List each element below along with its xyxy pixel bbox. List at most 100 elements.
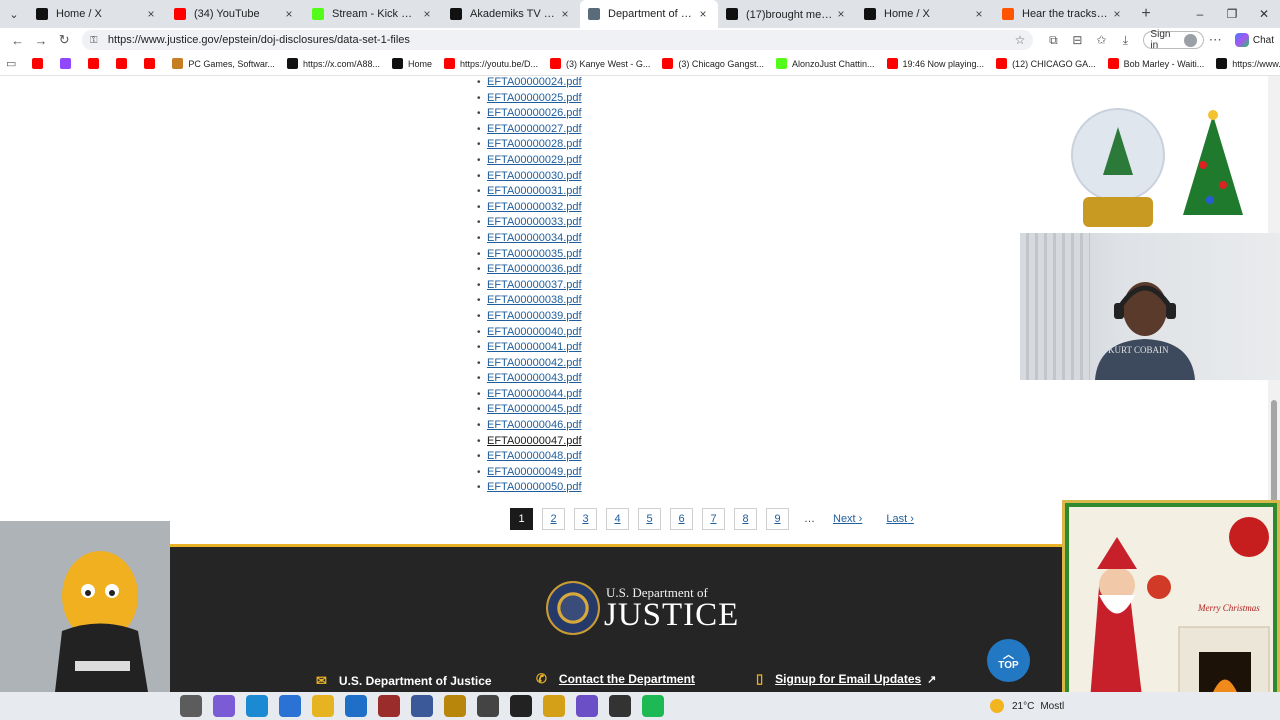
file-link[interactable]: EFTA00000032.pdf — [487, 201, 582, 213]
favorites-bar-icon[interactable]: ▭ — [6, 57, 16, 70]
file-link[interactable]: EFTA00000036.pdf — [487, 263, 582, 275]
back-to-top-button[interactable]: ︿ TOP — [987, 639, 1030, 682]
outlook-icon[interactable] — [345, 695, 367, 717]
browser-tab[interactable]: Akademiks TV on X: "The U.S.× — [442, 0, 580, 28]
close-window-icon[interactable]: ✕ — [1248, 7, 1280, 21]
bookmark-item[interactable]: PC Games, Softwar... — [172, 58, 275, 69]
next-page-link[interactable]: Next › — [833, 513, 862, 525]
app-icon[interactable] — [609, 695, 631, 717]
file-link[interactable]: EFTA00000046.pdf — [487, 419, 582, 431]
refresh-button[interactable]: ↻ — [53, 32, 76, 48]
close-tab-icon[interactable]: × — [696, 7, 710, 21]
url-text[interactable]: https://www.justice.gov/epstein/doj-disc… — [108, 34, 410, 46]
file-link[interactable]: EFTA00000028.pdf — [487, 138, 582, 150]
page-1-link[interactable]: 1 — [510, 508, 533, 530]
browser-tab[interactable]: Home / X × — [856, 0, 994, 28]
tab-actions-icon[interactable]: ⌄ — [0, 0, 28, 28]
file-link[interactable]: EFTA00000029.pdf — [487, 154, 582, 166]
app-icon[interactable] — [510, 695, 532, 717]
extensions-icon[interactable]: ⧉ — [1041, 33, 1065, 48]
bookmark-item[interactable]: Bob Marley - Waiti... — [1107, 58, 1204, 69]
close-tab-icon[interactable]: × — [420, 7, 434, 21]
store-icon[interactable] — [279, 695, 301, 717]
page-3-link[interactable]: 3 — [574, 508, 597, 530]
browser-tab[interactable]: Home / X × — [28, 0, 166, 28]
file-link[interactable]: EFTA00000044.pdf — [487, 388, 582, 400]
file-link[interactable]: EFTA00000038.pdf — [487, 294, 582, 306]
game-app-icon[interactable] — [378, 695, 400, 717]
file-link[interactable]: EFTA00000026.pdf — [487, 107, 582, 119]
file-link[interactable]: EFTA00000043.pdf — [487, 372, 582, 384]
file-link[interactable]: EFTA00000024.pdf — [487, 76, 582, 88]
back-button[interactable]: ← — [6, 33, 29, 48]
file-link[interactable]: EFTA00000040.pdf — [487, 326, 582, 338]
split-screen-icon[interactable]: ⊟ — [1065, 33, 1089, 48]
copilot-icon[interactable] — [213, 695, 235, 717]
email-signup-link[interactable]: Signup for Email Updates — [775, 672, 921, 686]
browser-tab[interactable]: (34) YouTube × — [166, 0, 304, 28]
bookmark-item[interactable]: AlonzoJust Chattin... — [775, 58, 875, 69]
file-link[interactable]: EFTA00000042.pdf — [487, 357, 582, 369]
close-tab-icon[interactable]: × — [972, 7, 986, 21]
file-link[interactable]: EFTA00000034.pdf — [487, 232, 582, 244]
file-link[interactable]: EFTA00000041.pdf — [487, 341, 582, 353]
bookmark-item[interactable]: 19:46 Now playing... — [886, 58, 984, 69]
bookmark-item[interactable] — [88, 58, 104, 69]
address-bar[interactable]: ⚿ https://www.justice.gov/epstein/doj-di… — [81, 30, 1034, 50]
close-tab-icon[interactable]: × — [1110, 7, 1124, 21]
page-4-link[interactable]: 4 — [606, 508, 629, 530]
file-link[interactable]: EFTA00000047.pdf — [487, 435, 582, 447]
site-info-icon[interactable]: ⚿ — [90, 35, 102, 46]
file-link[interactable]: EFTA00000033.pdf — [487, 216, 582, 228]
page-5-link[interactable]: 5 — [638, 508, 661, 530]
last-label[interactable]: Last — [886, 513, 907, 525]
page-6-link[interactable]: 6 — [670, 508, 693, 530]
page-7-link[interactable]: 7 — [702, 508, 725, 530]
bookmark-item[interactable]: https://x.com/A88... — [286, 58, 380, 69]
app-icon[interactable] — [543, 695, 565, 717]
file-link[interactable]: EFTA00000049.pdf — [487, 466, 582, 478]
browser-tab[interactable]: Stream - Kick Dashboard× — [304, 0, 442, 28]
bookmark-item[interactable]: (3) Kanye West - G... — [550, 58, 650, 69]
file-link[interactable]: EFTA00000045.pdf — [487, 403, 582, 415]
close-tab-icon[interactable]: × — [834, 7, 848, 21]
weather-widget[interactable]: 21°C Mostl — [990, 692, 1064, 720]
favorite-star-icon[interactable]: ☆ — [1015, 33, 1026, 47]
close-tab-icon[interactable]: × — [144, 7, 158, 21]
page-9-link[interactable]: 9 — [766, 508, 789, 530]
file-link[interactable]: EFTA00000048.pdf — [487, 450, 582, 462]
browser-tab[interactable]: Department of Justice | Data× — [580, 0, 718, 28]
file-link[interactable]: EFTA00000050.pdf — [487, 481, 582, 493]
bookmark-item[interactable] — [32, 58, 48, 69]
edge-icon[interactable] — [246, 695, 268, 717]
new-tab-button[interactable]: + — [1132, 5, 1160, 23]
favorites-icon[interactable]: ✩ — [1089, 33, 1113, 48]
bookmark-item[interactable] — [60, 58, 76, 69]
close-tab-icon[interactable]: × — [282, 7, 296, 21]
close-tab-icon[interactable]: × — [558, 7, 572, 21]
bookmark-item[interactable] — [144, 58, 160, 69]
footer-email-signup[interactable]: ▯ Signup for Email Updates ↗ — [756, 671, 936, 687]
browser-tab[interactable]: Hear the tracks you've liked× — [994, 0, 1132, 28]
browser-tab[interactable]: (17)brought me to tears 🥺× — [718, 0, 856, 28]
bookmark-item[interactable]: (12) CHICAGO GA... — [996, 58, 1096, 69]
file-link[interactable]: EFTA00000025.pdf — [487, 92, 582, 104]
app-icon[interactable] — [477, 695, 499, 717]
next-label[interactable]: Next — [833, 513, 856, 525]
contact-link[interactable]: Contact the Department — [559, 672, 695, 686]
file-link[interactable]: EFTA00000035.pdf — [487, 248, 582, 260]
file-link[interactable]: EFTA00000031.pdf — [487, 185, 582, 197]
file-link[interactable]: EFTA00000027.pdf — [487, 123, 582, 135]
more-menu-icon[interactable]: ⋯ — [1204, 32, 1227, 48]
minimize-icon[interactable]: – — [1184, 7, 1216, 21]
sign-in-button[interactable]: Sign in — [1143, 29, 1204, 51]
spotify-icon[interactable] — [642, 695, 664, 717]
file-link[interactable]: EFTA00000030.pdf — [487, 170, 582, 182]
task-view-icon[interactable] — [180, 695, 202, 717]
app-icon[interactable] — [444, 695, 466, 717]
footer-contact[interactable]: ✆ Contact the Department — [536, 671, 695, 687]
forward-button[interactable]: → — [29, 33, 52, 48]
copilot-chat-button[interactable]: Chat — [1234, 33, 1274, 47]
bookmark-item[interactable]: (3) Chicago Gangst... — [662, 58, 764, 69]
app-icon[interactable] — [576, 695, 598, 717]
